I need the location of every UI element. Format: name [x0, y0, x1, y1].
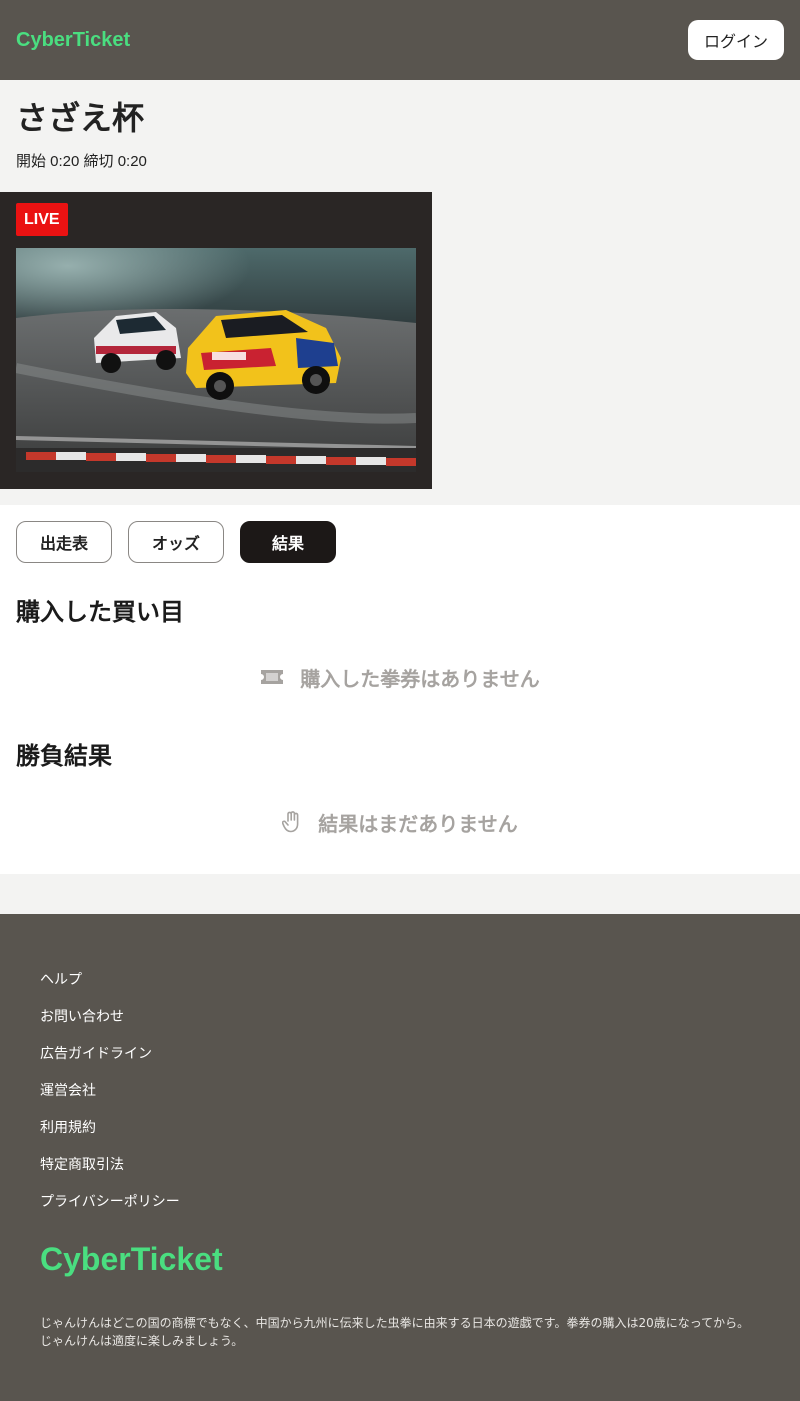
footer-link-company: 運営会社 [40, 1083, 96, 1099]
site-header: CyberTicket ログイン [0, 0, 800, 80]
tab-results[interactable]: 結果 [240, 521, 336, 563]
event-time: 開始 0:20 締切 0:20 [16, 153, 147, 170]
footer-disclaimer: じゃんけんはどこの国の商標でもなく、中国から九州に伝来した虫拳に由来する日本の遊… [40, 1316, 750, 1348]
live-video-panel: LIVE [0, 192, 432, 489]
results-empty-text: 結果はまだありません [318, 811, 518, 836]
results-section-title: 勝負結果 [16, 742, 112, 770]
footer-link-contact: お問い合わせ [40, 1009, 124, 1025]
site-footer: ヘルプ お問い合わせ 広告ガイドライン 運営会社 利用規約 特定商取引法 プライ… [0, 914, 800, 1401]
race-tabs: 出走表 オッズ 結果 [16, 521, 784, 563]
ticket-icon [260, 668, 284, 686]
footer-link-commerce-law: 特定商取引法 [40, 1157, 124, 1173]
race-content: 出走表 オッズ 結果 購入した買い目 購入した拳券はありません 勝負結果 結果は… [0, 505, 800, 874]
rally-car-image [16, 248, 416, 472]
tab-odds[interactable]: オッズ [128, 521, 224, 563]
tab-entries[interactable]: 出走表 [16, 521, 112, 563]
site-logo[interactable]: CyberTicket [16, 29, 130, 52]
event-header: さざえ杯 開始 0:20 締切 0:20 [0, 80, 800, 192]
purchased-section-title: 購入した買い目 [16, 598, 184, 626]
hand-icon [282, 811, 302, 833]
login-button[interactable]: ログイン [687, 20, 784, 60]
footer-link-terms: 利用規約 [40, 1120, 96, 1136]
live-video[interactable] [16, 248, 416, 472]
footer-link-help: ヘルプ [40, 972, 82, 988]
footer-link-privacy: プライバシーポリシー [40, 1194, 180, 1210]
results-empty-state: 結果はまだありません [16, 792, 784, 852]
footer-links: ヘルプ お問い合わせ 広告ガイドライン 運営会社 利用規約 特定商取引法 プライ… [40, 970, 760, 1212]
live-badge: LIVE [16, 203, 68, 236]
purchased-empty-state: 購入した拳券はありません [16, 647, 784, 707]
purchased-empty-text: 購入した拳券はありません [300, 666, 540, 691]
event-title: さざえ杯 [16, 99, 145, 137]
footer-logo[interactable]: CyberTicket [40, 1239, 760, 1279]
footer-link-ad-guidelines: 広告ガイドライン [40, 1046, 152, 1062]
